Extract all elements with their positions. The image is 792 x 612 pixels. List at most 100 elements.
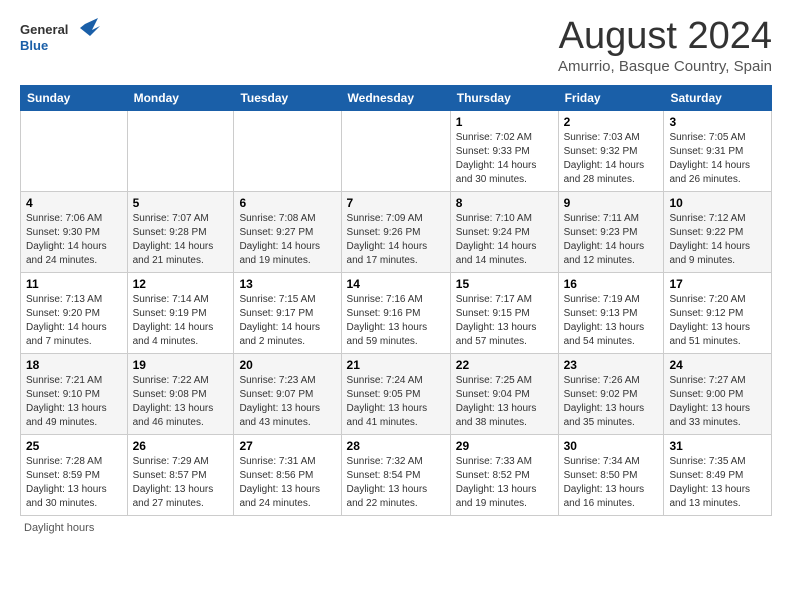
table-row: 18 Sunrise: 7:21 AM Sunset: 9:10 PM Dayli… (21, 353, 128, 434)
logo-area: General Blue (20, 16, 100, 61)
day-info: Sunrise: 7:06 AM Sunset: 9:30 PM Dayligh… (26, 212, 122, 268)
day-info: Sunrise: 7:09 AM Sunset: 9:26 PM Dayligh… (347, 212, 445, 268)
day-number: 17 (669, 277, 766, 291)
day-info: Sunrise: 7:05 AM Sunset: 9:31 PM Dayligh… (669, 131, 766, 187)
day-number: 23 (564, 358, 659, 372)
day-info: Sunrise: 7:16 AM Sunset: 9:16 PM Dayligh… (347, 293, 445, 349)
header-monday: Monday (127, 85, 234, 110)
header-wednesday: Wednesday (341, 85, 450, 110)
table-row: 12Sunrise: 7:14 AM Sunset: 9:19 PM Dayli… (127, 272, 234, 353)
footer: Daylight hours (20, 522, 772, 534)
day-info: Sunrise: 7:12 AM Sunset: 9:22 PM Dayligh… (669, 212, 766, 268)
day-number: 20 (239, 358, 335, 372)
calendar-body: 1 Sunrise: 7:02 AM Sunset: 9:33 PM Daylig… (21, 110, 772, 515)
svg-text:General: General (20, 22, 68, 37)
day-number: 6 (239, 196, 335, 210)
logo: General Blue (20, 16, 100, 61)
table-row: 11Sunrise: 7:13 AM Sunset: 9:20 PM Dayli… (21, 272, 128, 353)
table-row: 5 Sunrise: 7:07 AM Sunset: 9:28 PM Daylig… (127, 191, 234, 272)
svg-text:Blue: Blue (20, 38, 48, 53)
day-info: Sunrise: 7:29 AM Sunset: 8:57 PM Dayligh… (133, 455, 229, 511)
day-info: Sunrise: 7:33 AM Sunset: 8:52 PM Dayligh… (456, 455, 553, 511)
page: General Blue August 2024 Amurrio, Basque… (0, 0, 792, 544)
day-info: Sunrise: 7:17 AM Sunset: 9:15 PM Dayligh… (456, 293, 553, 349)
day-info: Sunrise: 7:27 AM Sunset: 9:00 PM Dayligh… (669, 374, 766, 430)
day-info: Sunrise: 7:21 AM Sunset: 9:10 PM Dayligh… (26, 374, 122, 430)
table-row: 26 Sunrise: 7:29 AM Sunset: 8:57 PM Dayli… (127, 434, 234, 515)
day-info: Sunrise: 7:22 AM Sunset: 9:08 PM Dayligh… (133, 374, 229, 430)
day-number: 8 (456, 196, 553, 210)
table-row: 6Sunrise: 7:08 AM Sunset: 9:27 PM Daylig… (234, 191, 341, 272)
day-info: Sunrise: 7:31 AM Sunset: 8:56 PM Dayligh… (239, 455, 335, 511)
table-row: 14Sunrise: 7:16 AM Sunset: 9:16 PM Dayli… (341, 272, 450, 353)
day-number: 15 (456, 277, 553, 291)
table-row: 27 Sunrise: 7:31 AM Sunset: 8:56 PM Dayli… (234, 434, 341, 515)
table-row: 24 Sunrise: 7:27 AM Sunset: 9:00 PM Dayli… (664, 353, 772, 434)
title-area: August 2024 Amurrio, Basque Country, Spa… (558, 16, 772, 75)
day-number: 3 (669, 115, 766, 129)
day-number: 19 (133, 358, 229, 372)
day-info: Sunrise: 7:19 AM Sunset: 9:13 PM Dayligh… (564, 293, 659, 349)
table-row: 23 Sunrise: 7:26 AM Sunset: 9:02 PM Dayli… (558, 353, 664, 434)
table-row: 2Sunrise: 7:03 AM Sunset: 9:32 PM Daylig… (558, 110, 664, 191)
day-number: 18 (26, 358, 122, 372)
day-info: Sunrise: 7:23 AM Sunset: 9:07 PM Dayligh… (239, 374, 335, 430)
day-number: 27 (239, 439, 335, 453)
header-tuesday: Tuesday (234, 85, 341, 110)
table-row: 19 Sunrise: 7:22 AM Sunset: 9:08 PM Dayli… (127, 353, 234, 434)
table-row: 16Sunrise: 7:19 AM Sunset: 9:13 PM Dayli… (558, 272, 664, 353)
day-number: 31 (669, 439, 766, 453)
day-number: 13 (239, 277, 335, 291)
daylight-hours-label: Daylight hours (24, 522, 94, 534)
day-info: Sunrise: 7:02 AM Sunset: 9:33 PM Dayligh… (456, 131, 553, 187)
calendar-week-row: 11Sunrise: 7:13 AM Sunset: 9:20 PM Dayli… (21, 272, 772, 353)
table-row (234, 110, 341, 191)
day-number: 30 (564, 439, 659, 453)
table-row: 20 Sunrise: 7:23 AM Sunset: 9:07 PM Dayli… (234, 353, 341, 434)
day-number: 28 (347, 439, 445, 453)
day-info: Sunrise: 7:25 AM Sunset: 9:04 PM Dayligh… (456, 374, 553, 430)
calendar-week-row: 25 Sunrise: 7:28 AM Sunset: 8:59 PM Dayli… (21, 434, 772, 515)
day-info: Sunrise: 7:26 AM Sunset: 9:02 PM Dayligh… (564, 374, 659, 430)
table-row: 9Sunrise: 7:11 AM Sunset: 9:23 PM Daylig… (558, 191, 664, 272)
day-number: 26 (133, 439, 229, 453)
calendar-week-row: 4 Sunrise: 7:06 AM Sunset: 9:30 PM Daylig… (21, 191, 772, 272)
day-number: 2 (564, 115, 659, 129)
header-thursday: Thursday (450, 85, 558, 110)
table-row (21, 110, 128, 191)
table-row: 10 Sunrise: 7:12 AM Sunset: 9:22 PM Dayli… (664, 191, 772, 272)
day-info: Sunrise: 7:32 AM Sunset: 8:54 PM Dayligh… (347, 455, 445, 511)
header-friday: Friday (558, 85, 664, 110)
day-number: 29 (456, 439, 553, 453)
weekday-header-row: Sunday Monday Tuesday Wednesday Thursday… (21, 85, 772, 110)
day-info: Sunrise: 7:10 AM Sunset: 9:24 PM Dayligh… (456, 212, 553, 268)
table-row: 28 Sunrise: 7:32 AM Sunset: 8:54 PM Dayli… (341, 434, 450, 515)
table-row: 29 Sunrise: 7:33 AM Sunset: 8:52 PM Dayli… (450, 434, 558, 515)
header-sunday: Sunday (21, 85, 128, 110)
calendar-week-row: 18 Sunrise: 7:21 AM Sunset: 9:10 PM Dayli… (21, 353, 772, 434)
calendar-header: Sunday Monday Tuesday Wednesday Thursday… (21, 85, 772, 110)
day-info: Sunrise: 7:34 AM Sunset: 8:50 PM Dayligh… (564, 455, 659, 511)
day-number: 25 (26, 439, 122, 453)
location-subtitle: Amurrio, Basque Country, Spain (558, 58, 772, 75)
day-number: 1 (456, 115, 553, 129)
table-row (341, 110, 450, 191)
calendar-week-row: 1 Sunrise: 7:02 AM Sunset: 9:33 PM Daylig… (21, 110, 772, 191)
table-row: 31Sunrise: 7:35 AM Sunset: 8:49 PM Dayli… (664, 434, 772, 515)
day-info: Sunrise: 7:07 AM Sunset: 9:28 PM Dayligh… (133, 212, 229, 268)
day-number: 11 (26, 277, 122, 291)
table-row (127, 110, 234, 191)
table-row: 13Sunrise: 7:15 AM Sunset: 9:17 PM Dayli… (234, 272, 341, 353)
day-number: 4 (26, 196, 122, 210)
table-row: 3 Sunrise: 7:05 AM Sunset: 9:31 PM Daylig… (664, 110, 772, 191)
day-number: 22 (456, 358, 553, 372)
table-row: 7Sunrise: 7:09 AM Sunset: 9:26 PM Daylig… (341, 191, 450, 272)
header: General Blue August 2024 Amurrio, Basque… (20, 16, 772, 75)
day-info: Sunrise: 7:28 AM Sunset: 8:59 PM Dayligh… (26, 455, 122, 511)
day-number: 24 (669, 358, 766, 372)
day-number: 5 (133, 196, 229, 210)
header-saturday: Saturday (664, 85, 772, 110)
day-number: 10 (669, 196, 766, 210)
table-row: 30 Sunrise: 7:34 AM Sunset: 8:50 PM Dayli… (558, 434, 664, 515)
table-row: 21Sunrise: 7:24 AM Sunset: 9:05 PM Dayli… (341, 353, 450, 434)
